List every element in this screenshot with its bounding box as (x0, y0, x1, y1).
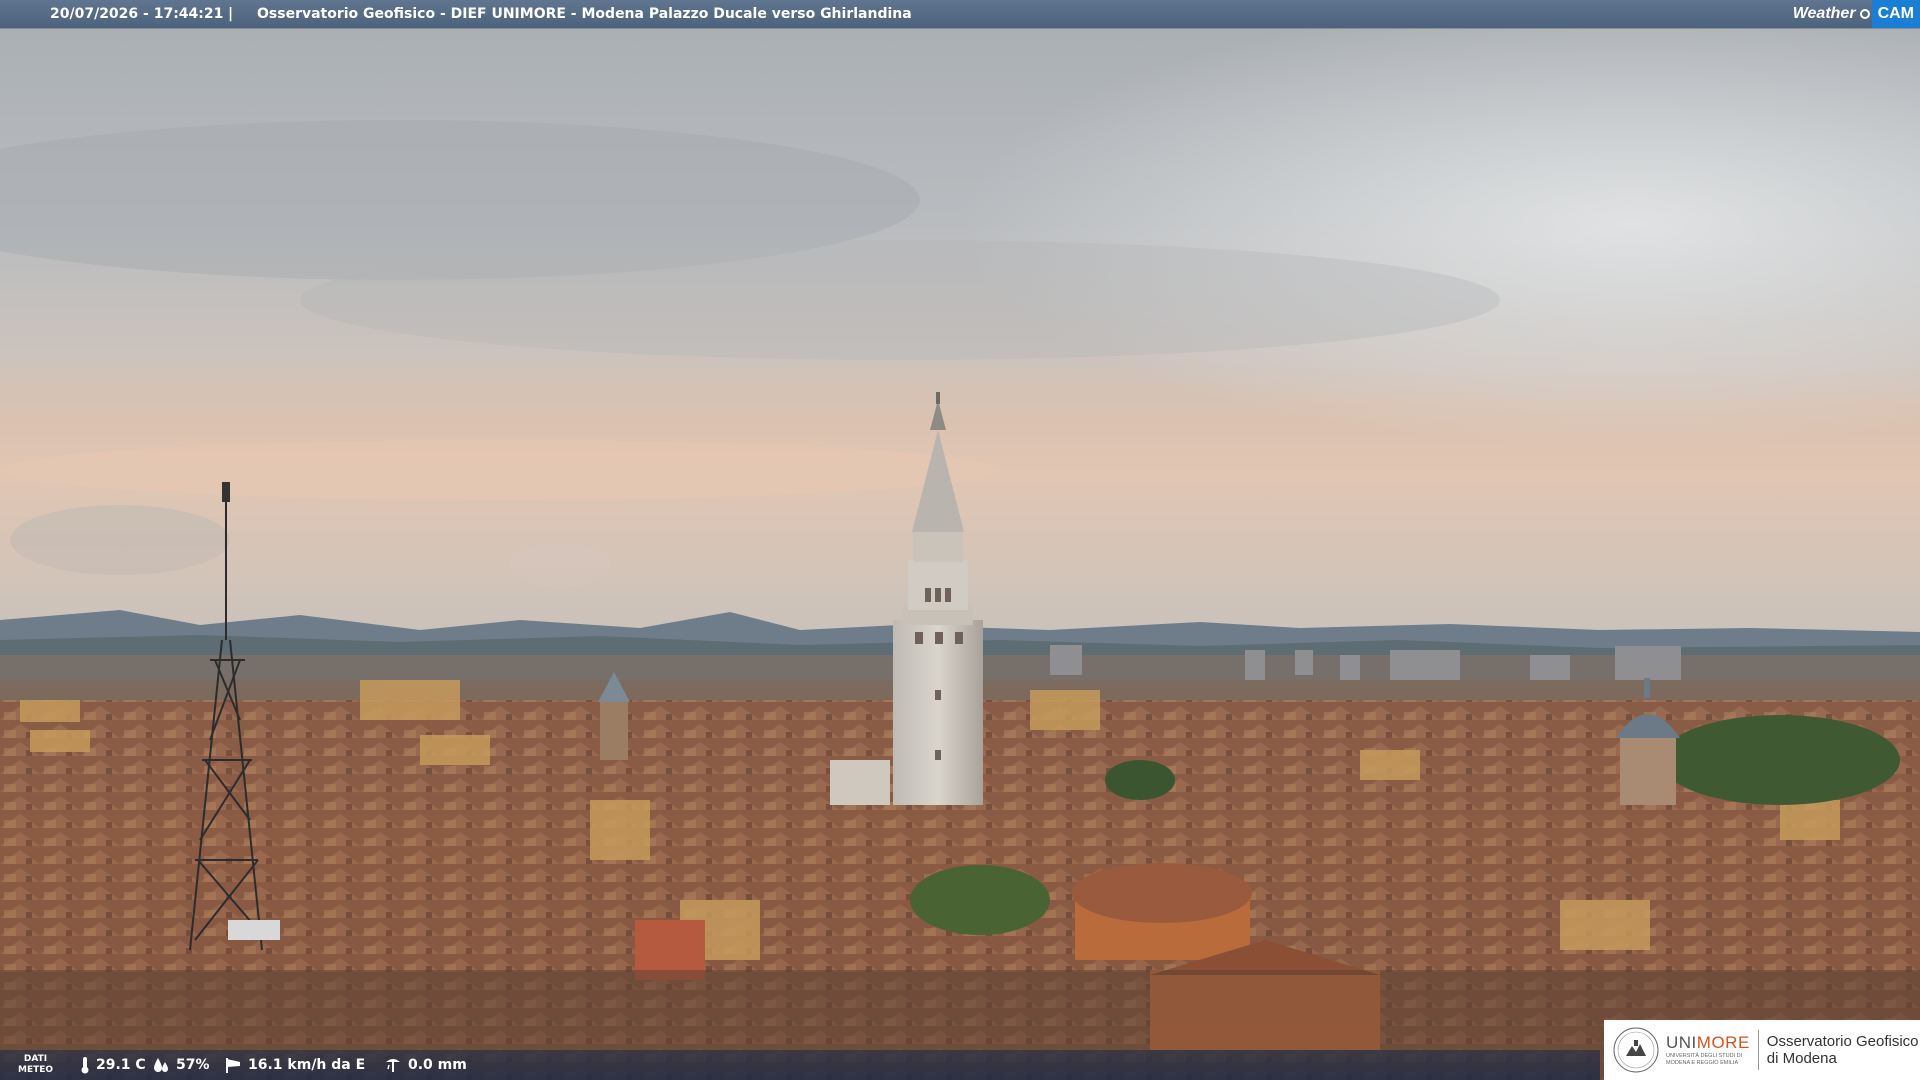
humidity-value: 57% (176, 1057, 210, 1073)
camera-title: Osservatorio Geofisico - DIEF UNIMORE - … (257, 6, 912, 22)
temperature-value: 29.1 C (96, 1057, 146, 1073)
camera-header-bar: 20/07/2026 - 17:44:21 | Osservatorio Geo… (0, 0, 1920, 28)
rain-reading: 0.0 mm (384, 1050, 467, 1080)
webcam-scene (0, 0, 1920, 1080)
unimore-wordmark: UNIMORE (1666, 1033, 1750, 1052)
unimore-brand: UNIMORE UNIVERSITÀ DEGLI STUDI DI MODENA… (1666, 1033, 1750, 1067)
thermometer-icon (81, 1057, 89, 1074)
humidity-reading: 57% (152, 1050, 210, 1080)
university-seal-icon (1613, 1027, 1659, 1073)
weathercam-logo-right: CAM (1871, 0, 1920, 28)
wind-sock-icon (226, 1058, 240, 1073)
unimore-logo-box[interactable]: UNIMORE UNIVERSITÀ DEGLI STUDI DI MODENA… (1604, 1020, 1920, 1080)
rain-value: 0.0 mm (408, 1057, 467, 1073)
wind-reading: 16.1 km/h da E (224, 1050, 365, 1080)
unimore-subtitle-2: MODENA E REGGIO EMILIA (1666, 1060, 1739, 1066)
timestamp: 20/07/2026 - 17:44:21 (50, 6, 224, 22)
meteo-label: DATI METEO (18, 1054, 54, 1075)
temperature-reading: 29.1 C (80, 1050, 146, 1080)
weathercam-dot-icon (1859, 9, 1870, 19)
logo-divider (1757, 1030, 1759, 1070)
rain-gauge-icon (386, 1059, 400, 1072)
weathercam-logo-left: Weather (1792, 5, 1856, 22)
droplets-icon (154, 1058, 168, 1072)
weathercam-logo[interactable]: Weather CAM (1793, 0, 1920, 28)
header-separator: | (228, 6, 234, 22)
wind-value: 16.1 km/h da E (248, 1057, 366, 1073)
webcam-frame: 20/07/2026 - 17:44:21 | Osservatorio Geo… (0, 0, 1920, 1080)
unimore-subtitle-1: UNIVERSITÀ DEGLI STUDI DI (1666, 1053, 1743, 1059)
meteo-data-bar: DATI METEO 29.1 C 57% 16.1 km/h da E 0.0… (0, 1050, 1600, 1080)
observatory-name: Osservatorio Geofisico di Modena (1766, 1033, 1919, 1067)
